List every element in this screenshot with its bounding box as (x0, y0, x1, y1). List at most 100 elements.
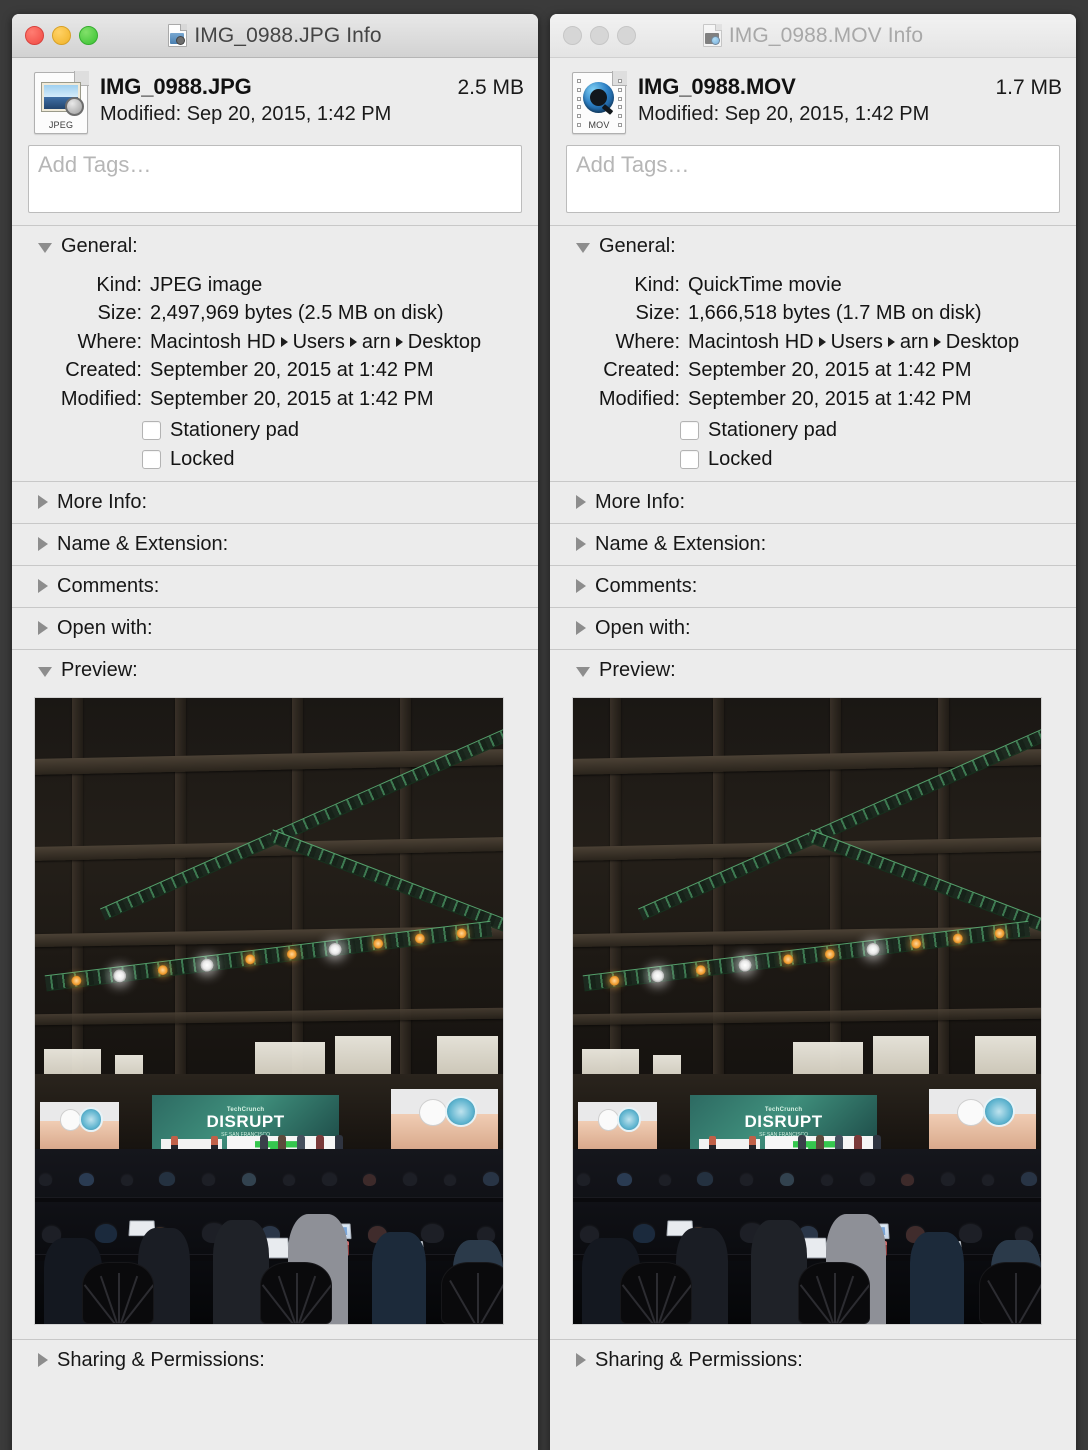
stationery-pad-checkbox-mov[interactable] (680, 420, 699, 440)
section-comments-label-jpg: Comments: (57, 574, 160, 597)
section-open-with-mov[interactable]: Open with: (550, 607, 1076, 649)
disclosure-triangle-closed-icon[interactable] (576, 621, 586, 636)
minimize-button[interactable] (590, 26, 609, 45)
general-body-jpg: Kind: JPEG image Size: 2,497,969 bytes (… (12, 267, 538, 481)
stage-brand-main: DISRUPT (206, 1111, 285, 1131)
general-row-kind-jpg: Kind: JPEG image (28, 271, 522, 299)
path-part: Users (830, 330, 883, 353)
locked-checkbox-jpg[interactable] (142, 449, 161, 469)
preview-side-screen-left (577, 1101, 658, 1149)
kind-value-mov: QuickTime movie (688, 274, 842, 296)
section-sharing-jpg[interactable]: Sharing & Permissions: (12, 1338, 538, 1381)
path-chevron-icon (349, 337, 357, 347)
general-row-where-mov: Where: Macintosh HD Users arn Desktop (566, 328, 1060, 356)
kind-label-mov: Kind: (634, 274, 680, 296)
stationery-pad-checkbox-jpg[interactable] (142, 420, 161, 440)
tags-placeholder-jpg: Add Tags… (38, 152, 152, 177)
section-name-extension-mov[interactable]: Name & Extension: (550, 523, 1076, 565)
section-open-with-jpg[interactable]: Open with: (12, 607, 538, 649)
file-size-mov: 1.7 MB (995, 76, 1062, 99)
section-general-mov[interactable]: General: (550, 226, 1076, 267)
kind-label-jpg: Kind: (96, 274, 142, 296)
created-value-mov: September 20, 2015 at 1:42 PM (688, 359, 972, 382)
modified-summary-jpg: Modified: Sep 20, 2015, 1:42 PM (100, 103, 524, 126)
section-comments-label-mov: Comments: (595, 574, 698, 597)
section-comments-jpg[interactable]: Comments: (12, 565, 538, 607)
section-preview-label-jpg: Preview: (61, 658, 138, 681)
section-comments-mov[interactable]: Comments: (550, 565, 1076, 607)
disclosure-triangle-closed-icon[interactable] (38, 621, 48, 636)
stage-brand-main: DISRUPT (744, 1111, 823, 1131)
locked-row-jpg[interactable]: Locked (28, 448, 522, 471)
section-more-info-mov[interactable]: More Info: (550, 481, 1076, 523)
zoom-button[interactable] (79, 26, 98, 45)
stationery-pad-row-jpg[interactable]: Stationery pad (28, 419, 522, 442)
disclosure-triangle-closed-icon[interactable] (38, 537, 48, 552)
disclosure-triangle-open-icon[interactable] (576, 243, 590, 253)
section-name-extension-label-jpg: Name & Extension: (57, 532, 229, 555)
size-value-mov: 1,666,518 bytes (1.7 MB on disk) (688, 302, 982, 325)
section-more-info-jpg[interactable]: More Info: (12, 481, 538, 523)
section-general-label-jpg: General: (61, 235, 138, 257)
preview-side-screen-right (928, 1089, 1037, 1149)
titlebar-jpg[interactable]: IMG_0988.JPG Info (12, 14, 538, 58)
disclosure-triangle-closed-icon[interactable] (38, 495, 48, 510)
quicktime-document-icon (702, 24, 722, 47)
section-sharing-mov[interactable]: Sharing & Permissions: (550, 1338, 1076, 1381)
size-label-mov: Size: (635, 302, 680, 325)
general-row-created-jpg: Created: September 20, 2015 at 1:42 PM (28, 356, 522, 384)
size-value-jpg: 2,497,969 bytes (2.5 MB on disk) (150, 302, 444, 325)
traffic-lights-mov[interactable] (563, 26, 636, 45)
jpeg-file-icon: JPEG (34, 71, 89, 134)
section-open-with-label-mov: Open with: (595, 616, 691, 639)
window-body-mov: MOV IMG_0988.MOV 1.7 MB Modified: Sep 20… (550, 58, 1076, 1450)
file-name-jpg: IMG_0988.JPG (100, 74, 252, 99)
modified-value-jpg: Sep 20, 2015, 1:42 PM (186, 103, 392, 125)
disclosure-triangle-closed-icon[interactable] (576, 495, 586, 510)
preview-side-screen-right (390, 1089, 499, 1149)
disclosure-triangle-open-icon[interactable] (576, 666, 590, 677)
file-header-mov: MOV IMG_0988.MOV 1.7 MB Modified: Sep 20… (550, 58, 1076, 142)
path-chevron-icon (818, 337, 826, 347)
preview-image-jpg: TechCrunch DISRUPT SF SAN FRANCISCO (34, 696, 504, 1325)
path-part: Users (292, 330, 345, 353)
modified-row-value-mov: September 20, 2015 at 1:42 PM (688, 387, 972, 410)
general-row-created-mov: Created: September 20, 2015 at 1:42 PM (566, 356, 1060, 384)
stationery-pad-row-mov[interactable]: Stationery pad (566, 419, 1060, 442)
general-row-modified-mov: Modified: September 20, 2015 at 1:42 PM (566, 385, 1060, 413)
minimize-button[interactable] (52, 26, 71, 45)
tags-input-jpg[interactable]: Add Tags… (28, 145, 522, 213)
quicktime-file-icon: MOV (572, 71, 627, 134)
stationery-pad-label-jpg: Stationery pad (170, 418, 299, 441)
traffic-lights-jpg[interactable] (25, 26, 98, 45)
section-general-jpg[interactable]: General: (12, 226, 538, 267)
kind-value-jpg: JPEG image (150, 274, 263, 296)
locked-label-jpg: Locked (170, 447, 235, 470)
info-window-mov[interactable]: IMG_0988.MOV Info MOV IMG_0988.MOV 1.7 M… (550, 14, 1076, 1450)
titlebar-mov[interactable]: IMG_0988.MOV Info (550, 14, 1076, 58)
close-button[interactable] (563, 26, 582, 45)
section-preview-jpg[interactable]: Preview: (12, 649, 538, 691)
tags-input-mov[interactable]: Add Tags… (566, 145, 1060, 213)
close-button[interactable] (25, 26, 44, 45)
preview-body-mov: TechCrunch DISRUPT SF SAN FRANCISCO (550, 691, 1076, 1339)
locked-row-mov[interactable]: Locked (566, 448, 1060, 471)
modified-value-mov: Sep 20, 2015, 1:42 PM (724, 103, 930, 125)
where-value-jpg: Macintosh HD Users arn Desktop (150, 328, 522, 356)
disclosure-triangle-closed-icon[interactable] (38, 579, 48, 594)
disclosure-triangle-open-icon[interactable] (38, 243, 52, 253)
disclosure-triangle-closed-icon[interactable] (38, 1353, 48, 1368)
disclosure-triangle-closed-icon[interactable] (576, 537, 586, 552)
path-part: Macintosh HD (688, 330, 814, 353)
locked-checkbox-mov[interactable] (680, 449, 699, 469)
disclosure-triangle-open-icon[interactable] (38, 666, 52, 677)
disclosure-triangle-closed-icon[interactable] (576, 579, 586, 594)
zoom-button[interactable] (617, 26, 636, 45)
section-name-extension-jpg[interactable]: Name & Extension: (12, 523, 538, 565)
disclosure-triangle-closed-icon[interactable] (576, 1353, 586, 1368)
tags-placeholder-mov: Add Tags… (576, 152, 690, 177)
general-row-size-jpg: Size: 2,497,969 bytes (2.5 MB on disk) (28, 299, 522, 327)
info-window-jpg[interactable]: IMG_0988.JPG Info JPEG IMG_0988.JPG 2.5 … (12, 14, 538, 1450)
section-preview-mov[interactable]: Preview: (550, 649, 1076, 691)
path-part: Desktop (945, 330, 1020, 353)
